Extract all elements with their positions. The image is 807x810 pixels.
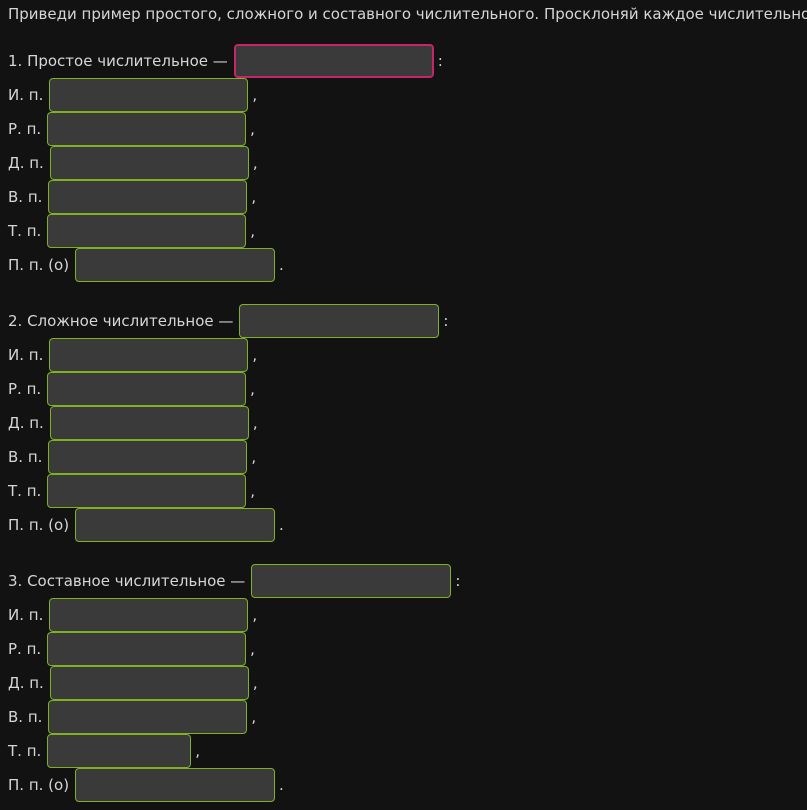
- case-punct: ,: [195, 742, 201, 760]
- case-input-instrumental[interactable]: [47, 474, 247, 508]
- section-2-case-row: В. п. ,: [8, 440, 256, 474]
- case-punct: ,: [250, 640, 255, 658]
- case-punct: ,: [250, 482, 256, 500]
- case-label: В. п.: [8, 188, 43, 206]
- case-input-genitive[interactable]: [47, 632, 247, 666]
- section-title: 2. Сложное числительное —: [8, 312, 234, 330]
- section-3-case-row: Т. п. ,: [8, 734, 200, 768]
- section-title-punct: :: [443, 312, 449, 330]
- section-3-case-row: Д. п. ,: [8, 666, 258, 700]
- section-title: 3. Составное числительное —: [8, 572, 246, 590]
- section-1-header: 1. Простое числительное — :: [8, 44, 443, 78]
- section-2-case-row: Т. п. ,: [8, 474, 255, 508]
- case-punct: ,: [252, 414, 258, 432]
- case-label: И. п.: [8, 346, 44, 364]
- case-input-prepositional[interactable]: [75, 768, 276, 802]
- case-input-nominative[interactable]: [49, 338, 249, 372]
- case-punct: ,: [251, 448, 257, 466]
- case-punct: ,: [252, 154, 258, 172]
- section-2-numeral-input[interactable]: [239, 304, 440, 338]
- section-2-header: 2. Сложное числительное — :: [8, 304, 448, 338]
- case-punct: .: [279, 516, 284, 534]
- case-label: Д. п.: [8, 154, 44, 172]
- section-1-case-row: Д. п. ,: [8, 146, 258, 180]
- case-input-genitive[interactable]: [47, 372, 247, 406]
- case-label: Д. п.: [8, 414, 44, 432]
- task-instruction: Приведи пример простого, сложного и сост…: [8, 5, 807, 23]
- section-2-case-row: И. п. ,: [8, 338, 257, 372]
- case-punct: ,: [250, 380, 255, 398]
- section-1-case-row: П. п. (о) .: [8, 248, 284, 282]
- section-1-case-row: Р. п. ,: [8, 112, 255, 146]
- section-2-case-row: П. п. (о) .: [8, 508, 284, 542]
- case-punct: ,: [250, 120, 255, 138]
- section-1-numeral-input[interactable]: [233, 44, 434, 78]
- case-punct: ,: [252, 606, 258, 624]
- case-punct: ,: [252, 86, 258, 104]
- case-input-accusative[interactable]: [48, 440, 248, 474]
- section-3-case-row: В. п. ,: [8, 700, 256, 734]
- case-punct: ,: [250, 222, 256, 240]
- section-1-case-row: И. п. ,: [8, 78, 257, 112]
- case-label: Т. п.: [8, 742, 42, 760]
- case-label: И. п.: [8, 606, 44, 624]
- case-input-accusative[interactable]: [48, 180, 248, 214]
- case-label: Р. п.: [8, 380, 42, 398]
- case-punct: ,: [251, 188, 257, 206]
- case-label: В. п.: [8, 448, 43, 466]
- case-input-dative[interactable]: [49, 406, 249, 440]
- case-input-prepositional[interactable]: [75, 248, 276, 282]
- case-label: Д. п.: [8, 674, 44, 692]
- section-title-punct: :: [455, 572, 461, 590]
- section-title: 1. Простое числительное —: [8, 52, 228, 70]
- case-label: П. п. (о): [8, 256, 70, 274]
- case-label: Р. п.: [8, 640, 42, 658]
- case-label: Т. п.: [8, 222, 42, 240]
- case-input-genitive[interactable]: [47, 112, 247, 146]
- case-input-nominative[interactable]: [49, 78, 249, 112]
- section-1-case-row: Т. п. ,: [8, 214, 255, 248]
- case-input-prepositional[interactable]: [75, 508, 276, 542]
- section-2-case-row: Д. п. ,: [8, 406, 258, 440]
- case-input-instrumental[interactable]: [47, 734, 192, 768]
- case-input-dative[interactable]: [49, 146, 249, 180]
- case-punct: .: [279, 256, 284, 274]
- section-1-case-row: В. п. ,: [8, 180, 256, 214]
- section-3-numeral-input[interactable]: [251, 564, 452, 598]
- case-punct: ,: [252, 346, 258, 364]
- case-input-nominative[interactable]: [49, 598, 249, 632]
- section-3-case-row: П. п. (о) .: [8, 768, 284, 802]
- case-punct: .: [279, 776, 284, 794]
- section-3-header: 3. Составное числительное — :: [8, 564, 460, 598]
- case-label: П. п. (о): [8, 776, 70, 794]
- section-3-case-row: И. п. ,: [8, 598, 257, 632]
- case-label: В. п.: [8, 708, 43, 726]
- case-input-dative[interactable]: [49, 666, 249, 700]
- section-2-case-row: Р. п. ,: [8, 372, 255, 406]
- case-label: Т. п.: [8, 482, 42, 500]
- case-input-instrumental[interactable]: [47, 214, 247, 248]
- case-label: П. п. (о): [8, 516, 70, 534]
- section-3-case-row: Р. п. ,: [8, 632, 255, 666]
- case-input-accusative[interactable]: [48, 700, 248, 734]
- section-title-punct: :: [437, 52, 443, 70]
- case-punct: ,: [252, 674, 258, 692]
- case-label: И. п.: [8, 86, 44, 104]
- case-label: Р. п.: [8, 120, 42, 138]
- case-punct: ,: [251, 708, 257, 726]
